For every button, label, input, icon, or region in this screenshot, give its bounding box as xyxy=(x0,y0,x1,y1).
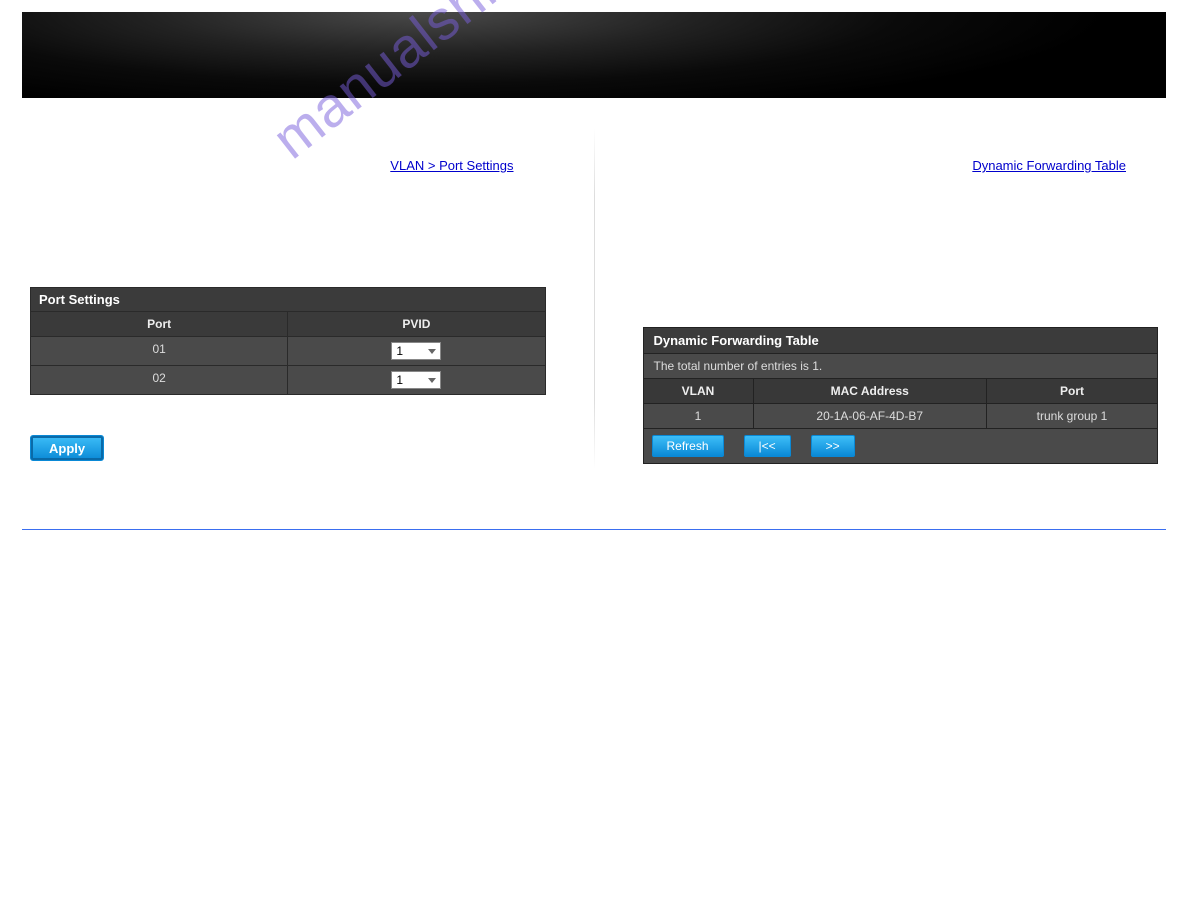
pvid-select-value: 1 xyxy=(396,344,403,358)
port-settings-table: Port Settings Port PVID 01 1 02 1 xyxy=(30,287,546,395)
port-label: 01 xyxy=(31,337,288,365)
port-settings-header-port: Port xyxy=(31,312,288,336)
pvid-select-value: 1 xyxy=(396,373,403,387)
port-settings-row: 02 1 xyxy=(31,365,545,394)
left-title-row: VLAN > Port Settings xyxy=(22,158,554,173)
pvid-select-01[interactable]: 1 xyxy=(391,342,441,360)
dft-data-row: 1 20-1A-06-AF-4D-B7 trunk group 1 xyxy=(644,403,1158,428)
refresh-button[interactable]: Refresh xyxy=(652,435,724,457)
footer-rule xyxy=(22,529,1166,531)
pvid-cell: 1 xyxy=(288,337,544,365)
dft-header-row: VLAN MAC Address Port xyxy=(644,378,1158,403)
dynamic-forwarding-table: Dynamic Forwarding Table The total numbe… xyxy=(643,327,1159,464)
port-label: 02 xyxy=(31,366,288,394)
column-left: VLAN > Port Settings Port Settings Port … xyxy=(22,128,554,469)
dft-title: Dynamic Forwarding Table xyxy=(644,328,1158,353)
dft-cell-mac: 20-1A-06-AF-4D-B7 xyxy=(754,404,988,428)
link-dynamic-forwarding-table[interactable]: Dynamic Forwarding Table xyxy=(972,158,1126,173)
link-vlan-port-settings[interactable]: VLAN > Port Settings xyxy=(390,158,513,173)
dft-button-row: Refresh |<< >> xyxy=(644,428,1158,463)
page-first-button[interactable]: |<< xyxy=(744,435,791,457)
page-body: VLAN > Port Settings Port Settings Port … xyxy=(0,98,1188,479)
dft-cell-vlan: 1 xyxy=(644,404,754,428)
port-settings-row: 01 1 xyxy=(31,336,545,365)
apply-button-wrap: Apply xyxy=(22,395,554,469)
right-title-row: Dynamic Forwarding Table xyxy=(635,158,1167,173)
dft-header-vlan: VLAN xyxy=(644,379,754,403)
dft-cell-port: trunk group 1 xyxy=(987,404,1157,428)
pvid-cell: 1 xyxy=(288,366,544,394)
chevron-down-icon xyxy=(428,349,436,354)
port-settings-title: Port Settings xyxy=(31,288,545,311)
header-banner xyxy=(22,12,1166,98)
chevron-down-icon xyxy=(428,378,436,383)
column-right: Dynamic Forwarding Table Dynamic Forward… xyxy=(635,128,1167,469)
page-next-button[interactable]: >> xyxy=(811,435,855,457)
port-settings-header-pvid: PVID xyxy=(288,312,544,336)
pvid-select-02[interactable]: 1 xyxy=(391,371,441,389)
port-settings-header-row: Port PVID xyxy=(31,311,545,336)
apply-button[interactable]: Apply xyxy=(30,435,104,461)
column-divider xyxy=(594,128,595,469)
dft-entries-count: The total number of entries is 1. xyxy=(644,353,1158,378)
dft-header-port: Port xyxy=(987,379,1157,403)
dft-header-mac: MAC Address xyxy=(754,379,988,403)
